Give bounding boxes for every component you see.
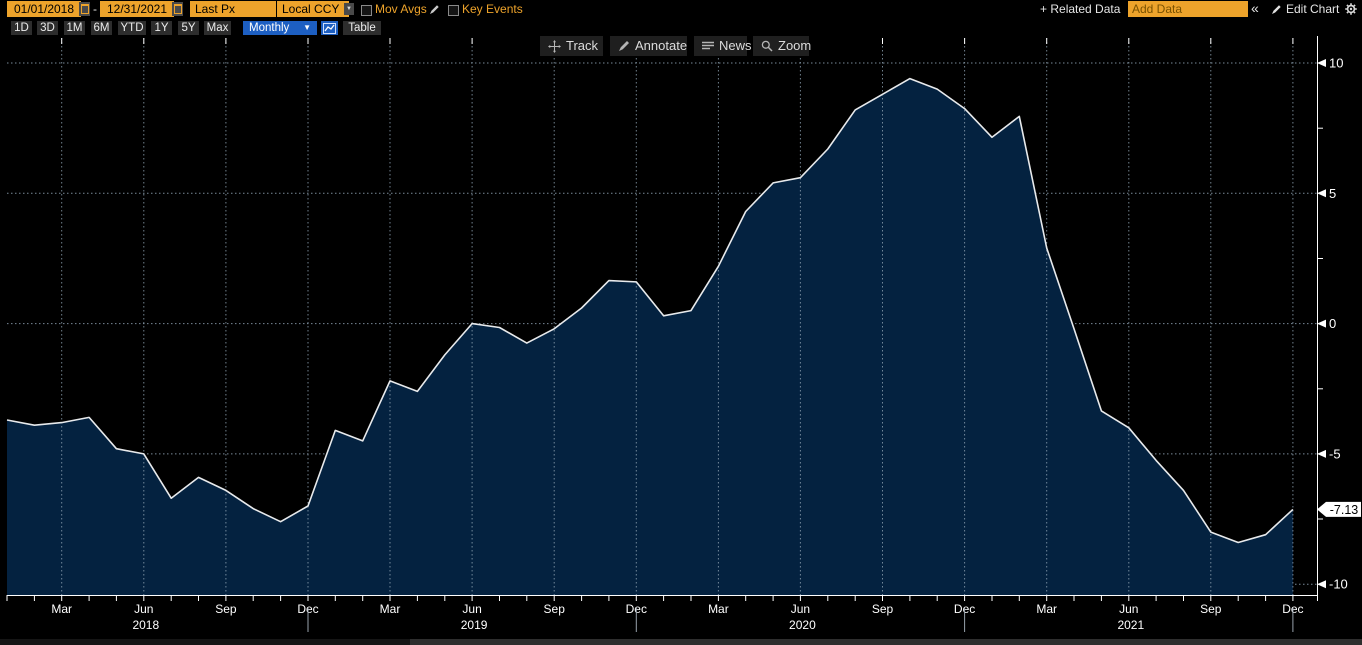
y-tick-arrow bbox=[1317, 450, 1326, 458]
x-tick-label: Mar bbox=[51, 602, 72, 616]
x-tick-label: Mar bbox=[708, 602, 729, 616]
news-button[interactable]: News bbox=[694, 36, 747, 56]
y-tick-arrow bbox=[1317, 189, 1326, 197]
zoom-label: Zoom bbox=[778, 36, 811, 56]
last-price-label: -7.13 bbox=[1330, 503, 1359, 517]
x-tick-label: Jun bbox=[791, 602, 810, 616]
magnifier-icon bbox=[761, 40, 773, 52]
x-tick-label: Jun bbox=[1119, 602, 1138, 616]
crosshair-icon bbox=[548, 40, 561, 53]
pencil-icon bbox=[618, 40, 630, 52]
track-button[interactable]: Track bbox=[540, 36, 603, 56]
y-tick-arrow bbox=[1317, 320, 1326, 328]
x-tick-label: Mar bbox=[1036, 602, 1057, 616]
x-tick-label: Mar bbox=[380, 602, 401, 616]
annotate-button[interactable]: Annotate bbox=[610, 36, 687, 56]
x-tick-label: Jun bbox=[462, 602, 481, 616]
year-label: 2018 bbox=[132, 618, 159, 632]
y-tick-arrow bbox=[1317, 59, 1326, 67]
y-tick-label: -10 bbox=[1329, 577, 1348, 592]
news-lines-icon bbox=[702, 41, 714, 52]
year-label: 2020 bbox=[789, 618, 816, 632]
y-tick-label: 5 bbox=[1329, 186, 1336, 201]
x-tick-label: Sep bbox=[544, 602, 566, 616]
x-tick-label: Sep bbox=[215, 602, 237, 616]
bottom-scrollbar-thumb[interactable] bbox=[410, 639, 1362, 645]
year-label: 2021 bbox=[1117, 618, 1144, 632]
news-label: News bbox=[719, 36, 752, 56]
chart-window: MarJun2018SepDecMarJun2019SepDecMarJun20… bbox=[0, 0, 1362, 645]
zoom-button[interactable]: Zoom bbox=[753, 36, 809, 56]
track-label: Track bbox=[566, 36, 598, 56]
x-tick-label: Sep bbox=[872, 602, 894, 616]
price-chart-canvas[interactable]: MarJun2018SepDecMarJun2019SepDecMarJun20… bbox=[0, 0, 1362, 645]
y-tick-label: 0 bbox=[1329, 316, 1336, 331]
annotate-label: Annotate bbox=[635, 36, 687, 56]
x-tick-label: Jun bbox=[134, 602, 153, 616]
year-label: 2019 bbox=[461, 618, 488, 632]
y-tick-arrow bbox=[1317, 580, 1326, 588]
y-tick-label: 10 bbox=[1329, 56, 1343, 71]
y-tick-label: -5 bbox=[1329, 446, 1341, 461]
area-series bbox=[7, 79, 1293, 595]
x-tick-label: Sep bbox=[1200, 602, 1222, 616]
